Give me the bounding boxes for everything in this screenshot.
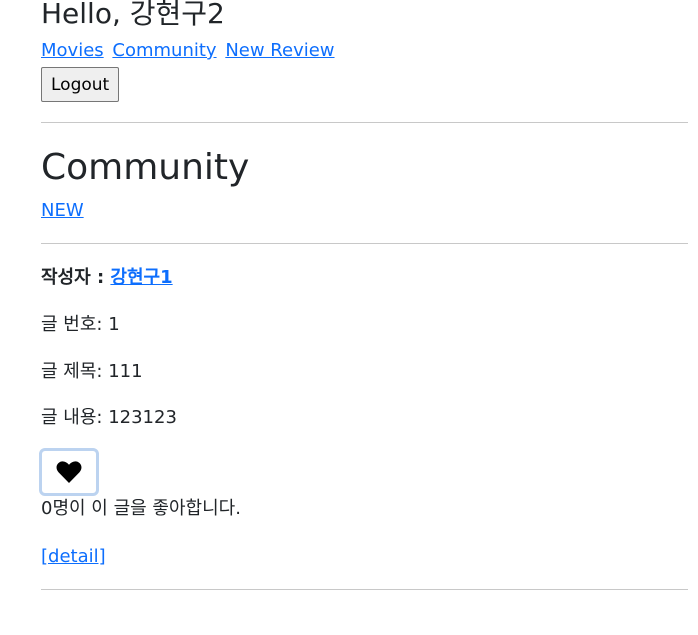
post-number-value: 1 xyxy=(108,314,120,335)
divider xyxy=(41,122,688,123)
post-title-label: 글 제목: xyxy=(41,361,109,382)
nav-link-community[interactable]: Community xyxy=(112,40,216,61)
post-body-label: 글 내용: xyxy=(41,407,109,428)
like-button[interactable] xyxy=(39,448,99,496)
post-number-label: 글 번호: xyxy=(41,314,109,335)
heart-icon xyxy=(56,461,82,483)
divider xyxy=(41,243,688,244)
detail-link[interactable]: [detail] xyxy=(41,543,106,571)
post-author-label: 작성자 : xyxy=(41,267,111,288)
nav-link-new-review[interactable]: New Review xyxy=(225,40,334,61)
top-nav: Movies Community New Review xyxy=(41,40,688,62)
logout-button[interactable]: Logout xyxy=(41,67,120,102)
like-count-value: 0 xyxy=(41,498,53,519)
post-body: 글 내용: 123123 xyxy=(41,404,177,432)
page-container: Hello, 강현구2 Movies Community New Review … xyxy=(39,0,688,567)
nav-link-movies[interactable]: Movies xyxy=(41,40,104,61)
like-count: 0명이 이 글을 좋아합니다. xyxy=(41,495,241,523)
like-count-text: 명이 이 글을 좋아합니다. xyxy=(52,498,241,519)
post-title: 글 제목: 111 xyxy=(41,358,143,386)
post-author: 작성자 : 강현구1 xyxy=(41,264,173,292)
divider xyxy=(41,589,688,590)
post-number: 글 번호: 1 xyxy=(41,311,120,339)
page-title: Community xyxy=(41,147,250,188)
post-title-value: 111 xyxy=(108,361,143,382)
post-body-value: 123123 xyxy=(108,407,177,428)
greeting-heading: Hello, 강현구2 xyxy=(41,0,225,30)
new-post-link[interactable]: NEW xyxy=(41,200,84,221)
post-author-link[interactable]: 강현구1 xyxy=(110,267,172,288)
